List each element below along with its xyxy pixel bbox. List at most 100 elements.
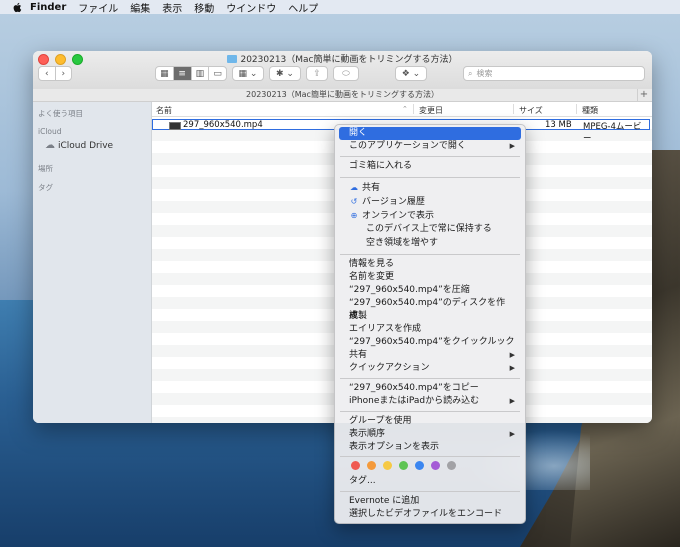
- menu-bar: Finder ファイル 編集 表示 移動 ウインドウ ヘルプ: [0, 0, 680, 15]
- menu-item-encode-video[interactable]: 選択したビデオファイルをエンコード: [339, 508, 521, 521]
- menu-item-get-info[interactable]: 情報を見る: [339, 258, 521, 271]
- titlebar: 20230213（Mac簡単に動画をトリミングする方法） ‹ › ▦ ≡ ▥ ▭…: [33, 51, 652, 90]
- submenu-arrow-icon: ▶: [509, 351, 515, 359]
- menu-item-rename[interactable]: 名前を変更: [339, 271, 521, 284]
- column-name[interactable]: 名前: [156, 105, 172, 116]
- menu-item-make-alias[interactable]: エイリアスを作成: [339, 323, 521, 336]
- menu-item-free-up-space[interactable]: 空き領域を増やす: [339, 237, 521, 250]
- menu-item-duplicate[interactable]: 複製: [339, 310, 521, 323]
- menu-item-burn-disc[interactable]: “297_960x540.mp4”のディスクを作成...: [339, 297, 521, 321]
- menu-item-quick-actions[interactable]: クイックアクション ▶: [339, 362, 521, 375]
- submenu-arrow-icon: ▶: [509, 397, 515, 405]
- submenu-arrow-icon: ▶: [509, 430, 515, 438]
- column-size[interactable]: サイズ: [519, 105, 543, 116]
- tag-color-orange[interactable]: [367, 461, 376, 470]
- nav-buttons: ‹ ›: [38, 66, 72, 81]
- menu-separator: [340, 456, 520, 457]
- menu-go[interactable]: 移動: [194, 0, 214, 15]
- video-file-icon: [169, 122, 181, 130]
- submenu-arrow-icon: ▶: [509, 142, 515, 150]
- menu-separator: [340, 156, 520, 157]
- menu-item-share-icloud[interactable]: ☁ 共有: [339, 181, 521, 194]
- menu-item-import-from-iphone[interactable]: iPhoneまたはiPadから読み込む ▶: [339, 395, 521, 408]
- tag-color-gray[interactable]: [447, 461, 456, 470]
- view-mode-control: ▦ ≡ ▥ ▭: [155, 66, 227, 81]
- tag-color-yellow[interactable]: [383, 461, 392, 470]
- context-menu: 開く このアプリケーションで開く ▶ ゴミ箱に入れる ☁ 共有 ↺ バージョン履歴 ⊕…: [334, 124, 526, 524]
- group-button[interactable]: ▦ ⌄: [232, 66, 264, 81]
- icon-view-button[interactable]: ▦: [156, 67, 174, 80]
- search-icon: ⌕: [468, 68, 473, 78]
- gear-icon: ✱ ⌄: [276, 68, 294, 79]
- menu-separator: [340, 378, 520, 379]
- grid-icon: ▦: [160, 68, 169, 79]
- menu-item-show-online[interactable]: ⊕ オンラインで表示: [339, 209, 521, 222]
- menu-view[interactable]: 表示: [162, 0, 182, 15]
- tag-icon: ⬭: [342, 68, 350, 79]
- menu-item-share[interactable]: 共有 ▶: [339, 349, 521, 362]
- sidebar-item-icloud-drive[interactable]: ☁ iCloud Drive: [45, 140, 113, 151]
- menu-file[interactable]: ファイル: [78, 0, 118, 15]
- list-view-button[interactable]: ≡: [173, 67, 192, 80]
- menu-item-compress[interactable]: “297_960x540.mp4”を圧縮: [339, 284, 521, 297]
- menu-item-show-view-options[interactable]: 表示オプションを表示: [339, 441, 521, 454]
- window-title: 20230213（Mac簡単に動画をトリミングする方法）: [33, 52, 652, 65]
- tag-color-purple[interactable]: [431, 461, 440, 470]
- share-icon: ⇪: [313, 68, 321, 79]
- back-button[interactable]: ‹: [39, 67, 56, 80]
- menu-item-use-groups[interactable]: グループを使用: [339, 415, 521, 428]
- cloud-icon: ☁: [350, 183, 358, 192]
- menu-item-quick-look[interactable]: “297_960x540.mp4”をクイックルック: [339, 336, 521, 349]
- tag-color-row: [351, 461, 456, 470]
- add-tab-button[interactable]: +: [637, 89, 650, 101]
- tag-color-red[interactable]: [351, 461, 360, 470]
- menu-item-sort-by[interactable]: 表示順序 ▶: [339, 428, 521, 441]
- menu-window[interactable]: ウインドウ: [226, 0, 276, 15]
- menu-separator: [340, 491, 520, 492]
- menu-help[interactable]: ヘルプ: [288, 0, 318, 15]
- folder-icon: [227, 55, 238, 63]
- column-kind[interactable]: 種類: [582, 105, 598, 116]
- search-placeholder: 検索: [476, 69, 493, 78]
- sidebar-section-favorites: よく使う項目: [38, 109, 83, 118]
- sidebar-item-label: iCloud Drive: [58, 140, 114, 151]
- tag-button[interactable]: ⬭: [333, 66, 359, 81]
- sidebar-section-icloud: iCloud: [38, 127, 62, 136]
- columns-icon: ▥: [195, 68, 205, 79]
- menu-item-evernote[interactable]: Evernote に追加: [339, 495, 521, 508]
- menu-item-keep-on-device[interactable]: このデバイス上で常に保持する: [339, 223, 521, 236]
- tag-color-blue[interactable]: [415, 461, 424, 470]
- dropbox-button[interactable]: ❖ ⌄: [395, 66, 427, 81]
- cloud-icon: ☁: [45, 140, 55, 151]
- menu-separator: [340, 411, 520, 412]
- menu-item-move-to-trash[interactable]: ゴミ箱に入れる: [339, 160, 521, 173]
- chevron-right-icon: ›: [61, 68, 66, 79]
- search-field[interactable]: ⌕ 検索: [463, 66, 645, 81]
- menu-item-open-with[interactable]: このアプリケーションで開く ▶: [339, 140, 521, 153]
- gallery-view-button[interactable]: ▭: [209, 67, 226, 80]
- column-divider: [513, 104, 514, 114]
- menu-edit[interactable]: 編集: [130, 0, 150, 15]
- column-view-button[interactable]: ▥: [192, 67, 210, 80]
- share-button[interactable]: ⇪: [306, 66, 328, 81]
- window-title-text: 20230213（Mac簡単に動画をトリミングする方法）: [240, 55, 458, 65]
- column-date[interactable]: 変更日: [419, 105, 443, 116]
- action-button[interactable]: ✱ ⌄: [269, 66, 301, 81]
- menu-item-open[interactable]: 開く: [339, 127, 521, 140]
- globe-icon: ⊕: [350, 211, 358, 220]
- apple-icon[interactable]: [12, 2, 22, 13]
- menu-item-tags[interactable]: タグ...: [339, 475, 521, 488]
- menu-separator: [340, 254, 520, 255]
- menu-finder[interactable]: Finder: [30, 2, 66, 13]
- submenu-arrow-icon: ▶: [509, 364, 515, 372]
- sidebar-section-tags: タグ: [38, 183, 53, 192]
- gallery-icon: ▭: [213, 68, 222, 79]
- menu-item-copy[interactable]: “297_960x540.mp4”をコピー: [339, 382, 521, 395]
- column-divider: [413, 104, 414, 114]
- tag-color-green[interactable]: [399, 461, 408, 470]
- sort-chevron-icon: ⌃: [402, 105, 408, 113]
- menu-item-version-history[interactable]: ↺ バージョン履歴: [339, 195, 521, 208]
- forward-button[interactable]: ›: [56, 67, 72, 80]
- column-divider: [576, 104, 577, 114]
- path-bar: 20230213（Mac簡単に動画をトリミングする方法）: [33, 89, 652, 102]
